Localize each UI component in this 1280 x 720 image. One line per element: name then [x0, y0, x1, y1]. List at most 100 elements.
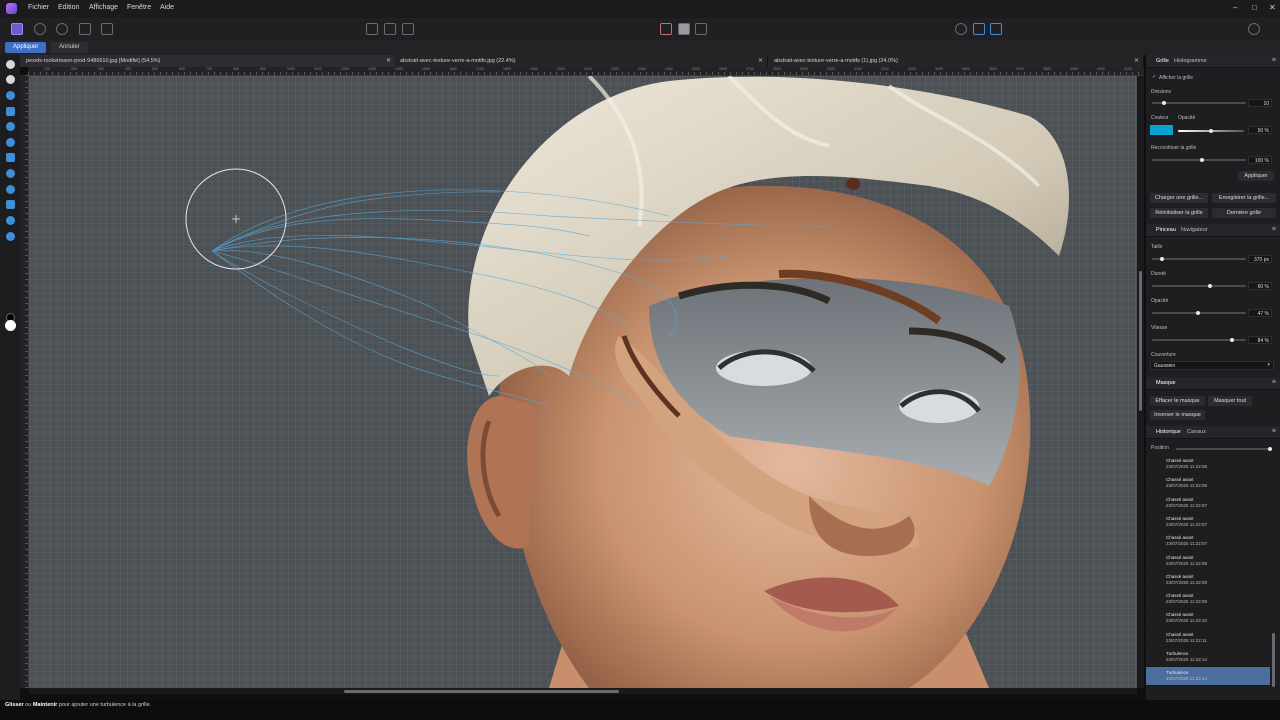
grid-color-swatch[interactable]: [1150, 125, 1173, 135]
close-window-button[interactable]: ✕: [1269, 3, 1276, 12]
turbulence-tool-icon[interactable]: [6, 153, 15, 162]
tab-canaux[interactable]: Canaux: [1187, 429, 1206, 435]
history-item[interactable]: Chassé avant 23/07/2025 11:22:08: [1146, 552, 1270, 571]
grid-apply-button[interactable]: Appliquer: [1238, 171, 1274, 181]
persona-tone-icon[interactable]: [79, 23, 91, 35]
history-position-slider[interactable]: [1176, 447, 1272, 451]
vertical-scroll-thumb[interactable]: [1139, 271, 1142, 411]
history-item[interactable]: Turbulence 23/07/2025 11:22:14: [1146, 667, 1270, 687]
size-slider[interactable]: [1152, 257, 1246, 261]
menu-fichier[interactable]: Fichier: [28, 4, 49, 11]
account-icon[interactable]: [1248, 23, 1260, 35]
clear-mask-button[interactable]: Effacer le masque: [1150, 396, 1205, 406]
mesh-clone-tool-icon[interactable]: [6, 169, 15, 178]
persona-photo-icon[interactable]: [11, 23, 23, 35]
divisions-field[interactable]: 10: [1248, 99, 1272, 107]
tab-histogramme[interactable]: Histogramme: [1174, 58, 1207, 64]
twirl-tool-icon[interactable]: [6, 122, 15, 131]
cancel-button[interactable]: Annuler: [51, 42, 88, 53]
menu-affichage[interactable]: Affichage: [89, 4, 118, 11]
persona-liquify-icon[interactable]: [34, 23, 46, 35]
persona-export-icon[interactable]: [101, 23, 113, 35]
tab-historique[interactable]: Historique: [1156, 429, 1181, 435]
menu-edition[interactable]: Edition: [58, 4, 79, 11]
close-tab-icon[interactable]: ✕: [758, 55, 763, 67]
save-grid-button[interactable]: Enregistrer la grille...: [1212, 193, 1276, 203]
freeze-tool-icon[interactable]: [6, 200, 15, 209]
hardness-slider[interactable]: [1152, 284, 1246, 288]
history-item[interactable]: Chassé avant 23/07/2025 11:22:10: [1146, 609, 1270, 629]
status-hint: Glisser ou Maintenir pour ajouter une tu…: [5, 702, 152, 708]
brush-opacity-field[interactable]: 47 %: [1248, 309, 1272, 317]
quick-mask-icon[interactable]: [660, 23, 672, 35]
load-grid-button[interactable]: Charger une grille...: [1150, 193, 1208, 203]
push-left-tool-icon[interactable]: [6, 107, 15, 116]
history-item[interactable]: Turbulence 23/07/2025 11:22:14: [1146, 648, 1270, 667]
hand-tool-icon[interactable]: [6, 60, 15, 69]
last-grid-button[interactable]: Dernière grille: [1212, 208, 1276, 218]
document-canvas[interactable]: [29, 76, 1137, 688]
invert-mask-button[interactable]: Inverser le masque: [1150, 410, 1205, 420]
panel-menu-icon[interactable]: ≡: [1272, 226, 1276, 233]
brush-opacity-slider[interactable]: [1152, 311, 1246, 315]
divisions-slider[interactable]: [1152, 101, 1246, 105]
persona-develop-icon[interactable]: [56, 23, 68, 35]
pinch-tool-icon[interactable]: [6, 138, 15, 147]
mask-all-button[interactable]: Masquer tout: [1208, 396, 1252, 406]
tab-document-2[interactable]: abstrait-avec-texture-verre-a-motifs.jpg…: [394, 55, 768, 67]
refine-icon[interactable]: [695, 23, 707, 35]
history-item[interactable]: Chassé avant 23/07/2025 11:22:06: [1146, 474, 1270, 494]
history-item-title: Turbulence: [1166, 651, 1189, 656]
view-icon[interactable]: [955, 23, 967, 35]
tab-grille[interactable]: Grille: [1156, 58, 1169, 64]
history-item[interactable]: Chassé avant 23/07/2025 11:22:07: [1146, 532, 1270, 552]
zoom-tool-icon[interactable]: [6, 75, 15, 84]
size-field[interactable]: 370 px: [1248, 255, 1272, 263]
tab-document-1[interactable]: pexels-rocketmann-prod-9486610.jpg [Modi…: [20, 55, 396, 67]
selection-mode-icon[interactable]: [678, 23, 690, 35]
reconstruct-tool-icon[interactable]: [6, 185, 15, 194]
close-tab-icon[interactable]: ✕: [1134, 55, 1139, 67]
close-tab-icon[interactable]: ✕: [386, 55, 391, 67]
history-item[interactable]: Chassé avant 23/07/2025 11:22:11: [1146, 629, 1270, 648]
vertical-scrollbar[interactable]: [1137, 76, 1144, 688]
push-forward-tool-icon[interactable]: [6, 91, 15, 100]
apply-button[interactable]: Appliquer: [5, 42, 47, 53]
speed-field[interactable]: 84 %: [1248, 336, 1272, 344]
panel-menu-icon[interactable]: ≡: [1272, 57, 1276, 64]
show-grid-checkbox[interactable]: ✓: [1152, 74, 1156, 80]
panel-menu-icon[interactable]: ≡: [1272, 428, 1276, 435]
snap-options-icon[interactable]: [990, 23, 1002, 35]
reconstruct-slider[interactable]: [1152, 158, 1246, 162]
menu-fenetre[interactable]: Fenêtre: [127, 4, 151, 11]
snap-icon[interactable]: [973, 23, 985, 35]
thaw-tool-icon[interactable]: [6, 216, 15, 225]
history-item[interactable]: Chassé avant 23/07/2025 11:22:06: [1146, 455, 1270, 474]
reconstruct-field[interactable]: 100 %: [1248, 156, 1272, 164]
distribute-icon[interactable]: [384, 23, 396, 35]
horizontal-scroll-thumb[interactable]: [344, 690, 619, 693]
hardness-field[interactable]: 60 %: [1248, 282, 1272, 290]
history-item[interactable]: Chassé avant 23/07/2025 11:22:09: [1146, 590, 1270, 610]
history-item[interactable]: Chassé avant 23/07/2025 11:22:09: [1146, 571, 1270, 590]
coverage-dropdown[interactable]: Gaussien ▾: [1150, 361, 1274, 370]
history-item[interactable]: Chassé avant 23/07/2025 11:22:07: [1146, 513, 1270, 532]
mesh-pin-tool-icon[interactable]: [6, 232, 15, 241]
minimize-button[interactable]: –: [1233, 3, 1237, 12]
tab-document-3[interactable]: abstrait-avec-texture-verre-a-motifs (1)…: [768, 55, 1144, 67]
tab-pinceau[interactable]: Pinceau: [1156, 227, 1176, 233]
primary-color-swatch[interactable]: [5, 320, 16, 331]
reset-grid-button[interactable]: Réinitialiser la grille: [1150, 208, 1208, 218]
history-scroll-thumb[interactable]: [1272, 633, 1275, 687]
grid-opacity-field[interactable]: 50 %: [1248, 126, 1272, 134]
horizontal-scrollbar[interactable]: [29, 688, 1137, 694]
grid-opacity-slider[interactable]: [1178, 129, 1244, 133]
arrange-icon[interactable]: [402, 23, 414, 35]
history-item[interactable]: Chassé avant 23/07/2025 11:22:07: [1146, 494, 1270, 513]
panel-menu-icon[interactable]: ≡: [1272, 379, 1276, 386]
tab-navigateur[interactable]: Navigateur: [1181, 227, 1208, 233]
align-icon[interactable]: [366, 23, 378, 35]
menu-aide[interactable]: Aide: [160, 4, 174, 11]
speed-slider[interactable]: [1152, 338, 1246, 342]
maximize-button[interactable]: □: [1252, 3, 1257, 12]
